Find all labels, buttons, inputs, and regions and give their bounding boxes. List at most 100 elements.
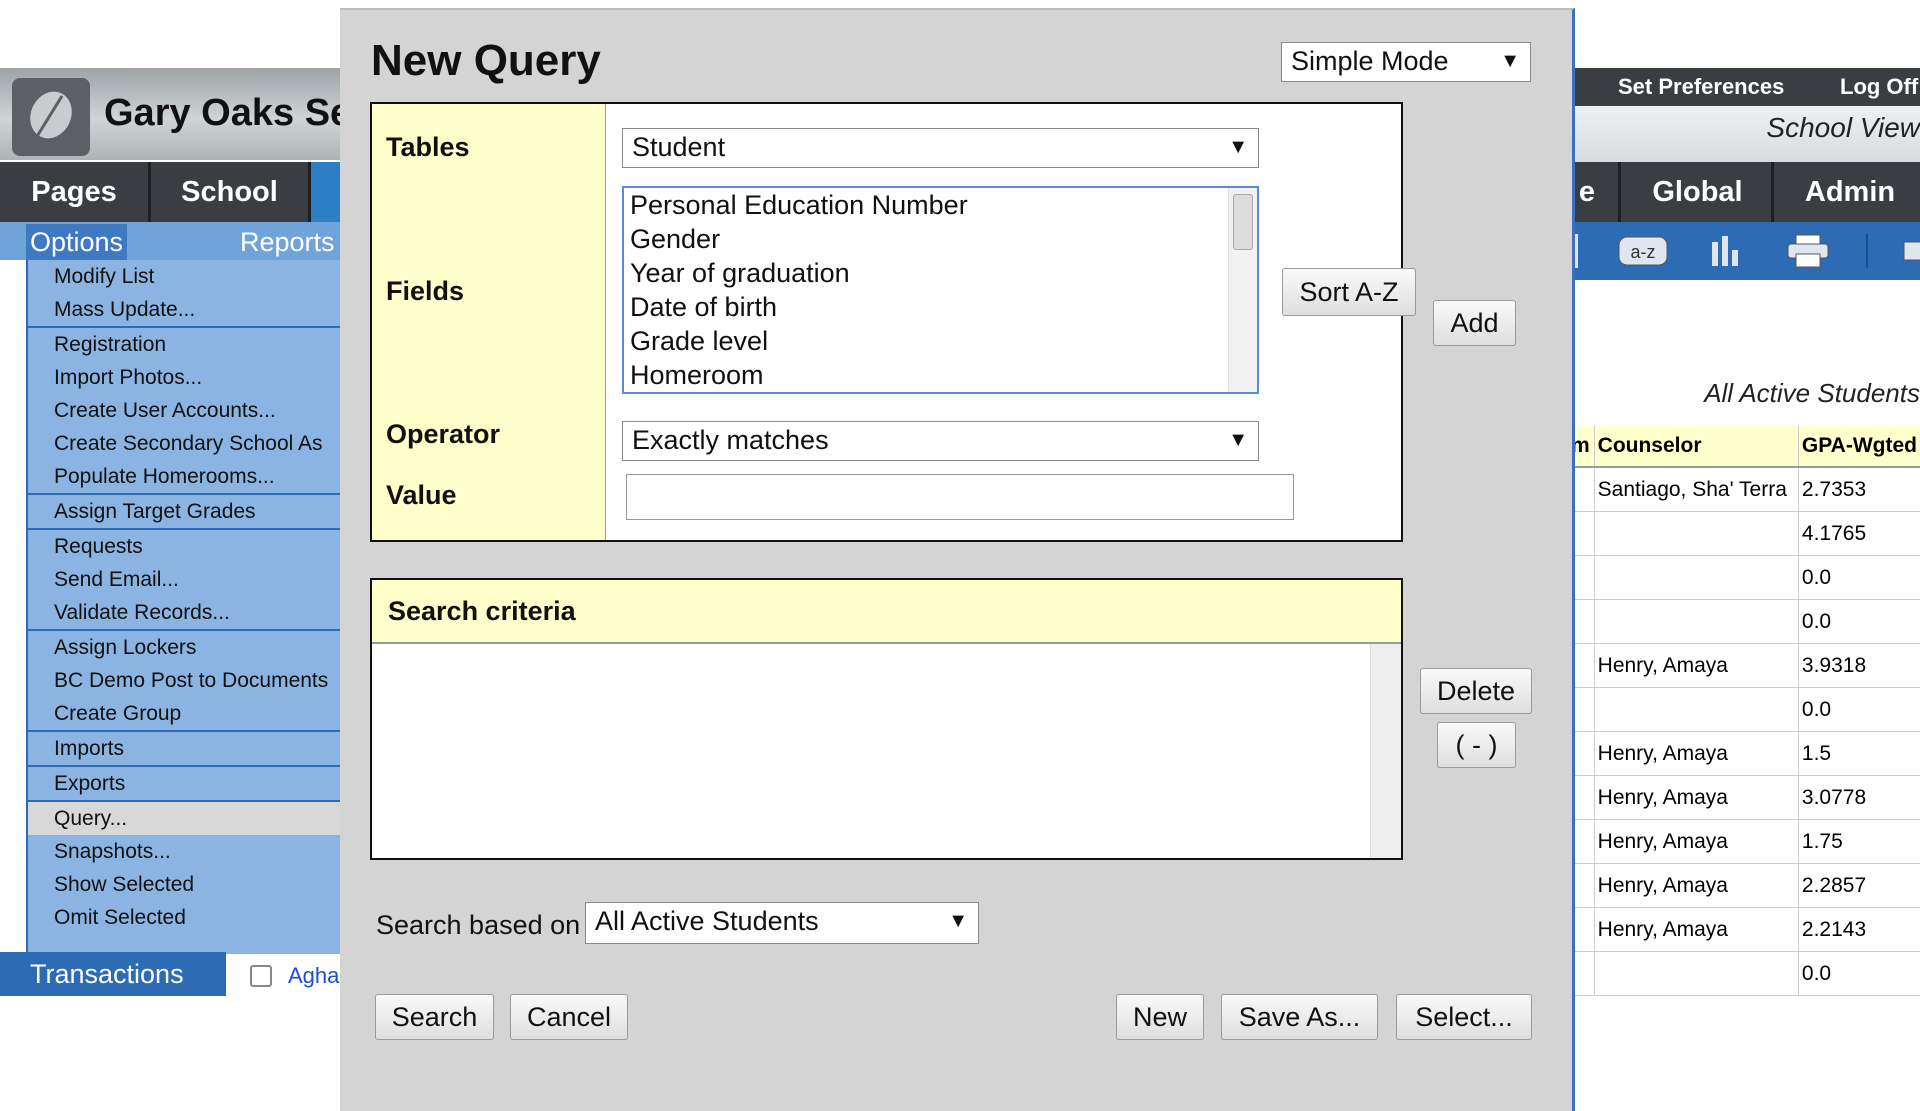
menu-item-registration[interactable]: Registration [28, 328, 342, 361]
reports-menu-tab[interactable]: Reports [240, 224, 335, 260]
table-row[interactable]: Henry, Amaya 2.2857 [1568, 863, 1920, 908]
menu-item-snapshots[interactable]: Snapshots... [28, 835, 342, 868]
list-item[interactable]: Gender [624, 222, 1257, 256]
table-row[interactable]: 4.1765 [1568, 511, 1920, 556]
menu-item-imports[interactable]: Imports [28, 732, 342, 767]
menu-item-assign-target-grades[interactable]: Assign Target Grades [28, 495, 342, 530]
table-row[interactable]: 0.0 [1568, 555, 1920, 600]
save-as-button[interactable]: Save As... [1221, 994, 1378, 1040]
table-row[interactable]: Henry, Amaya 3.0778 [1568, 775, 1920, 820]
table-row[interactable]: Henry, Amaya 2.2143 [1568, 907, 1920, 952]
options-menu-tab[interactable]: Options [26, 224, 128, 260]
fields-listbox[interactable]: Personal Education Number Gender Year of… [622, 186, 1259, 394]
student-name-link[interactable]: Agha [288, 963, 339, 989]
cell-gpa: 4.1765 [1798, 511, 1920, 556]
table-row[interactable]: 0.0 [1568, 687, 1920, 732]
mode-select-value: Simple Mode [1291, 46, 1449, 76]
menu-item-mass-update[interactable]: Mass Update... [28, 293, 342, 328]
set-preferences-link[interactable]: Set Preferences [1618, 68, 1784, 106]
query-field-panel: Tables Fields Operator Value Student ▼ P… [370, 102, 1416, 542]
menu-item-send-email[interactable]: Send Email... [28, 563, 342, 596]
tab-student[interactable] [311, 162, 342, 222]
tables-select[interactable]: Student ▼ [622, 128, 1259, 168]
table-body: Santiago, Sha' Terra 2.7353 4.1765 0.0 0.0 He… [1568, 467, 1920, 996]
log-off-link[interactable]: Log Off [1840, 68, 1918, 106]
mode-select[interactable]: Simple Mode ▼ [1281, 42, 1531, 82]
search-criteria-header: Search criteria [372, 580, 1401, 644]
cell-gpa: 3.0778 [1798, 775, 1920, 820]
operator-label: Operator [386, 419, 501, 449]
tab-admin[interactable]: Admin [1771, 162, 1920, 222]
tab-global[interactable]: Global [1618, 162, 1774, 222]
chevron-down-icon: ▼ [948, 910, 968, 932]
select-button[interactable]: Select... [1396, 994, 1532, 1040]
cell-gpa: 1.75 [1798, 819, 1920, 864]
list-item[interactable]: Grade level [624, 324, 1257, 358]
list-item[interactable]: Date of birth [624, 290, 1257, 324]
add-button[interactable]: Add [1433, 300, 1516, 346]
value-label: Value [386, 480, 457, 510]
toolbar-divider [1866, 234, 1868, 268]
menu-item-omit-selected[interactable]: Omit Selected [28, 901, 342, 934]
list-title: All Active Students [1704, 378, 1920, 408]
cell-gpa: 0.0 [1798, 599, 1920, 644]
value-input[interactable] [626, 474, 1294, 520]
list-item[interactable]: Personal Education Number [624, 188, 1257, 222]
menu-item-bc-demo-post[interactable]: BC Demo Post to Documents [28, 664, 342, 697]
menu-item-show-selected[interactable]: Show Selected [28, 868, 342, 901]
list-item[interactable]: Homeroom [624, 358, 1257, 392]
menu-item-requests[interactable]: Requests [28, 530, 342, 563]
table-row[interactable]: Santiago, Sha' Terra 2.7353 [1568, 467, 1920, 512]
fields-label: Fields [386, 276, 465, 306]
cell-counselor [1593, 951, 1799, 996]
new-button[interactable]: New [1116, 994, 1204, 1040]
fields-scrollbar[interactable] [1228, 188, 1257, 392]
menu-item-modify-list[interactable]: Modify List [28, 260, 342, 293]
list-item[interactable]: Year of graduation [624, 256, 1257, 290]
menu-item-assign-lockers[interactable]: Assign Lockers [28, 631, 342, 664]
tab-school[interactable]: School [151, 162, 311, 222]
delete-button[interactable]: Delete [1420, 668, 1532, 714]
chevron-down-icon: ▼ [1228, 429, 1248, 451]
menu-item-validate-records[interactable]: Validate Records... [28, 596, 342, 631]
export-icon[interactable] [1902, 234, 1920, 268]
menu-item-create-group[interactable]: Create Group [28, 697, 342, 732]
cell-counselor: Henry, Amaya [1593, 775, 1799, 820]
group-paren-button[interactable]: ( - ) [1437, 722, 1516, 768]
cancel-button[interactable]: Cancel [510, 994, 628, 1040]
sort-az-button[interactable]: Sort A-Z [1282, 268, 1416, 316]
menu-item-import-photos[interactable]: Import Photos... [28, 361, 342, 394]
table-row[interactable]: 0.0 [1568, 951, 1920, 996]
menu-item-populate-homerooms[interactable]: Populate Homerooms... [28, 460, 342, 495]
cell-counselor [1593, 555, 1799, 600]
table-row[interactable]: Henry, Amaya 3.9318 [1568, 643, 1920, 688]
tab-pages[interactable]: Pages [0, 162, 151, 222]
table-row[interactable]: Henry, Amaya 1.75 [1568, 819, 1920, 864]
column-header-counselor[interactable]: Counselor [1593, 426, 1799, 468]
school-logo [12, 78, 90, 156]
menu-item-create-secondary-school[interactable]: Create Secondary School As [28, 427, 342, 460]
operator-select[interactable]: Exactly matches ▼ [622, 421, 1259, 461]
menu-item-create-user-accounts[interactable]: Create User Accounts... [28, 394, 342, 427]
table-row[interactable]: Henry, Amaya 1.5 [1568, 731, 1920, 776]
scrollbar-thumb[interactable] [1233, 194, 1253, 250]
criteria-scrollbar[interactable] [1370, 644, 1401, 858]
cell-counselor: Henry, Amaya [1593, 907, 1799, 952]
search-criteria-panel: Search criteria [370, 578, 1403, 860]
search-based-on-select[interactable]: All Active Students ▼ [585, 902, 979, 944]
sort-az-icon[interactable]: a-z [1618, 234, 1668, 268]
print-icon[interactable] [1786, 234, 1830, 268]
school-name: Gary Oaks Se [104, 92, 342, 134]
menu-item-query[interactable]: Query... [28, 802, 342, 835]
table-row[interactable]: 0.0 [1568, 599, 1920, 644]
search-based-on-value: All Active Students [595, 906, 819, 936]
row-checkbox[interactable] [250, 965, 272, 987]
chevron-down-icon: ▼ [1228, 136, 1248, 158]
search-button[interactable]: Search [375, 994, 494, 1040]
sidebar-item-transactions[interactable]: Transactions [0, 952, 226, 996]
tables-select-value: Student [632, 132, 726, 162]
chart-icon[interactable] [1710, 234, 1740, 268]
column-header-gpa[interactable]: GPA-Wgted [1798, 426, 1920, 468]
menu-item-exports[interactable]: Exports [28, 767, 342, 802]
right-top-tabs: e Global Admin [1568, 162, 1920, 222]
